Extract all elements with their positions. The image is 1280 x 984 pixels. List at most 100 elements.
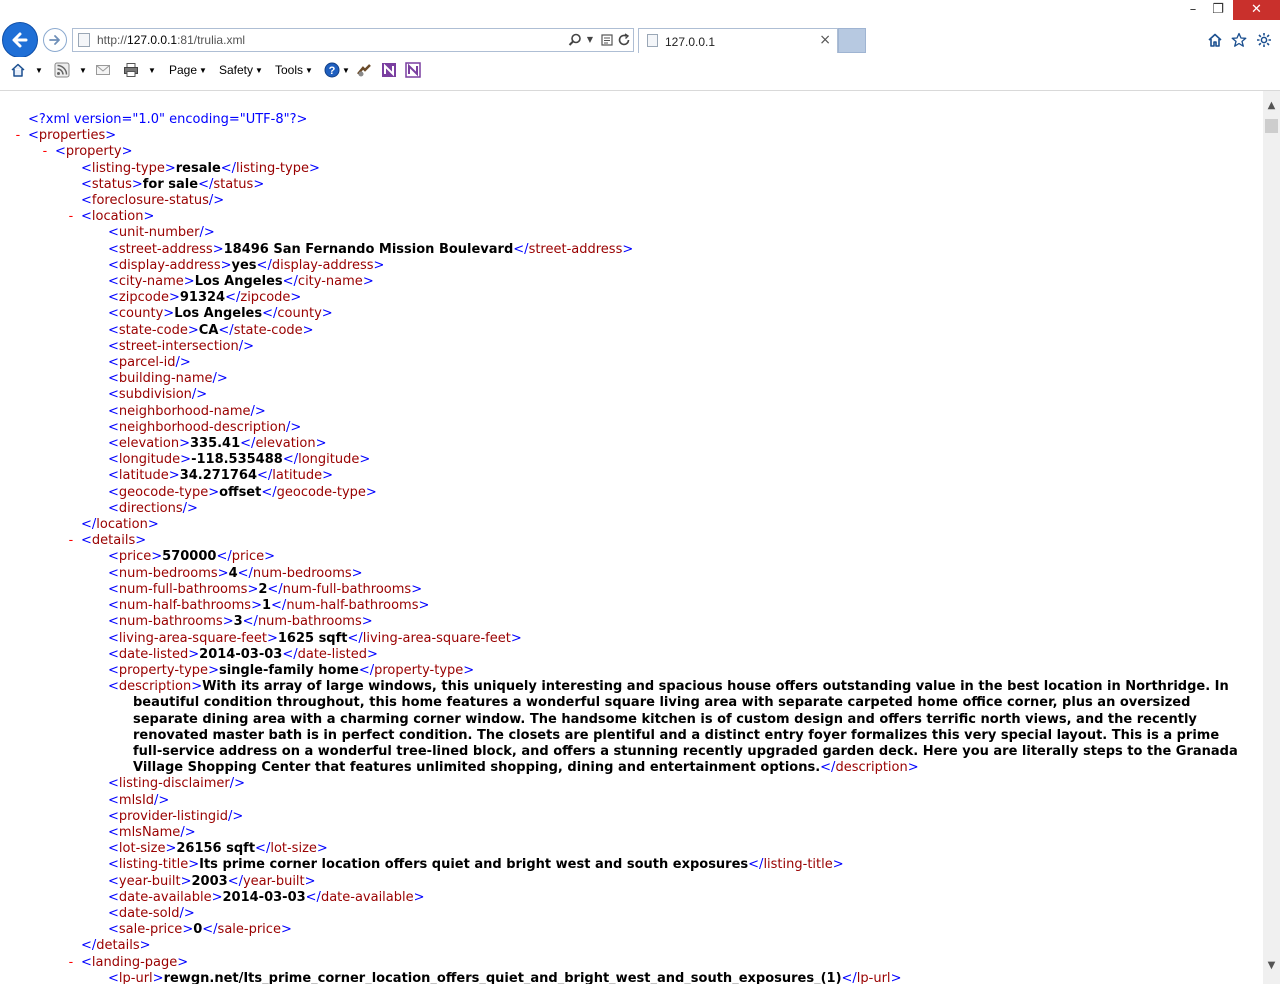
tag-name: sale-price (118, 922, 183, 938)
print-dropdown[interactable]: ▼ (146, 61, 156, 79)
tag-bracket: > (188, 646, 200, 662)
tools-menu[interactable]: Tools ▼ (275, 61, 313, 79)
tab-close-button[interactable]: × (819, 32, 831, 48)
xml-line-num-bedrooms: <num-bedrooms>4</num-bedrooms> (0, 566, 1263, 582)
collapse-toggle[interactable]: - (41, 144, 49, 160)
tag-bracket: > (832, 857, 844, 873)
tag-bracket: < (108, 824, 119, 840)
tag-name: location (96, 517, 148, 533)
xml-line-num-full-bathrooms: <num-full-bathrooms>2</num-full-bathroom… (0, 582, 1263, 598)
tag-name: listing-title (763, 857, 833, 873)
research-button[interactable] (356, 62, 372, 78)
tag-bracket: > (183, 274, 195, 290)
tag-bracket: > (191, 679, 203, 695)
tag-bracket: </ (347, 630, 363, 646)
tag-name: latitude (272, 468, 323, 484)
tag-name: num-full-bathrooms (118, 581, 248, 597)
tag-bracket: > (187, 322, 199, 338)
tag-name: directions (118, 500, 183, 516)
tag-bracket: < (108, 241, 119, 257)
tag-name: lp-url (856, 970, 891, 984)
tag-name: status (91, 176, 132, 192)
tag-name: properties (38, 128, 106, 144)
onenote-icon (382, 63, 396, 77)
element-value: With its array of large windows, this un… (133, 679, 1238, 776)
home-dropdown[interactable]: ▼ (33, 61, 43, 79)
tag-name: county (277, 306, 322, 322)
tag-bracket: /> (180, 824, 196, 840)
tag-bracket: </ (262, 306, 278, 322)
home-command-button[interactable] (10, 62, 26, 78)
xml-line-elevation: <elevation>335.41</elevation> (0, 436, 1263, 452)
restore-button[interactable]: ❐ (1206, 0, 1230, 20)
address-url[interactable]: http://127.0.0.1:81/trulia.xml (97, 33, 245, 47)
mail-icon (96, 65, 110, 75)
collapse-toggle[interactable]: - (67, 533, 75, 549)
tag-bracket: < (108, 581, 119, 597)
xml-viewer: <?xml version="1.0" encoding="UTF-8"?> - <… (0, 91, 1263, 984)
tag-bracket: < (108, 274, 119, 290)
tag-bracket: < (108, 630, 119, 646)
tag-name: landing-page (91, 954, 178, 970)
search-dropdown[interactable]: ▼ (585, 31, 595, 49)
tag-name: num-bedrooms (118, 565, 218, 581)
tag-name: street-address (528, 241, 623, 257)
safety-menu[interactable]: Safety ▼ (219, 61, 263, 79)
close-window-button[interactable]: ✕ (1233, 0, 1280, 20)
settings-button[interactable] (1254, 30, 1274, 50)
page-menu[interactable]: Page ▼ (169, 61, 207, 79)
tag-name: lp-url (118, 970, 153, 984)
xml-line-foreclosure-status: <foreclosure-status/> (0, 193, 1263, 209)
tag-name: city-name (297, 274, 363, 290)
forward-button[interactable] (43, 28, 67, 52)
element-value: yes (231, 257, 257, 273)
xml-line-mlsName: <mlsName/> (0, 825, 1263, 841)
search-button[interactable] (567, 31, 583, 49)
tab-127-0-0-1[interactable]: 127.0.0.1 × (638, 28, 838, 53)
collapse-toggle[interactable]: - (67, 955, 75, 971)
tag-bracket: > (418, 598, 430, 614)
tag-bracket: > (907, 760, 919, 776)
compatibility-view-button[interactable] (599, 31, 615, 49)
minimize-button[interactable]: – (1181, 0, 1205, 20)
xml-line-subdivision: <subdivision/> (0, 387, 1263, 403)
print-button[interactable] (123, 62, 139, 78)
xml-line-lp-url: <lp-url>rewgn.net/Its_prime_corner_locat… (0, 971, 1263, 984)
collapse-toggle[interactable]: - (14, 128, 22, 144)
help-button[interactable]: ? (324, 62, 340, 78)
home-icon (11, 63, 25, 77)
tag-bracket: </ (358, 662, 375, 678)
onenote-button[interactable] (381, 62, 397, 78)
onenote-linked-notes-button[interactable] (405, 62, 421, 78)
scroll-down-button[interactable]: ▼ (1263, 957, 1280, 974)
help-dropdown[interactable]: ▼ (340, 61, 350, 79)
printer-icon (124, 63, 138, 77)
tag-bracket: > (217, 565, 229, 581)
collapse-toggle[interactable]: - (67, 209, 75, 225)
feeds-button[interactable] (54, 62, 70, 78)
read-mail-button[interactable] (95, 62, 111, 78)
favorites-button[interactable] (1229, 30, 1249, 50)
tag-bracket: > (182, 922, 194, 938)
address-bar[interactable]: http://127.0.0.1:81/trulia.xml ▼ (72, 28, 634, 52)
tag-bracket: < (108, 468, 119, 484)
tab-title: 127.0.0.1 (665, 35, 716, 49)
tag-name: parcel-id (118, 355, 176, 371)
feeds-dropdown[interactable]: ▼ (77, 61, 87, 79)
tag-bracket: /> (250, 403, 266, 419)
element-value: 18496 San Fernando Mission Boulevard (223, 241, 514, 257)
tag-bracket: > (280, 922, 292, 938)
tag-bracket: < (108, 841, 119, 857)
new-tab-button[interactable] (838, 28, 866, 53)
xml-line-num-bathrooms: <num-bathrooms>3</num-bathrooms> (0, 614, 1263, 630)
refresh-button[interactable] (616, 31, 632, 49)
tag-name: description (835, 760, 908, 776)
home-button[interactable] (1205, 30, 1225, 50)
tag-bracket: > (890, 970, 902, 984)
vertical-scrollbar[interactable]: ▲ ▼ (1263, 91, 1280, 984)
scroll-thumb[interactable] (1265, 119, 1278, 133)
xml-line-details: </details> (0, 938, 1263, 954)
back-button[interactable] (2, 22, 38, 58)
scroll-up-button[interactable]: ▲ (1263, 97, 1280, 114)
tag-bracket: </ (198, 176, 214, 192)
